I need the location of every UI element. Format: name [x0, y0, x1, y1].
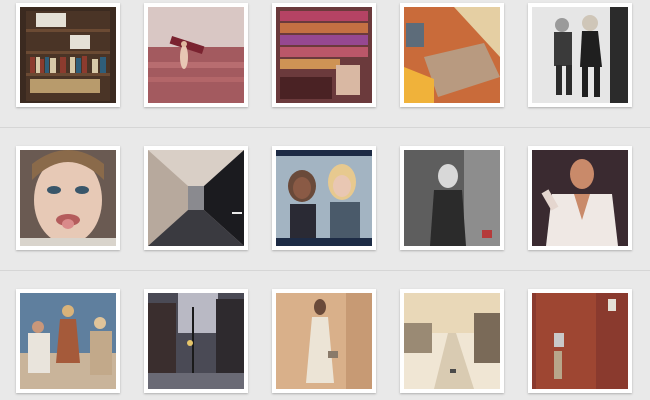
photo-tile-snowy-street[interactable] [400, 289, 504, 393]
photo-tile-fashion-group[interactable] [16, 289, 120, 393]
row-divider [0, 127, 650, 128]
photo-grid [0, 0, 650, 400]
two-women-photo [276, 150, 372, 246]
row-divider [0, 270, 650, 271]
photo-tile-room[interactable] [400, 3, 504, 107]
photo-tile-city-street[interactable] [144, 289, 248, 393]
candy-store-photo [276, 7, 372, 103]
red-door-photo [532, 293, 628, 389]
photo-tile-white-dress[interactable] [272, 289, 376, 393]
photo-tile-selfie[interactable] [16, 146, 120, 250]
photo-tile-two-women[interactable] [272, 146, 376, 250]
hallway-photo [148, 150, 244, 246]
room-interior-photo [404, 7, 500, 103]
city-street-dusk-photo [148, 293, 244, 389]
tongue-out-selfie-photo [20, 150, 116, 246]
photo-tile-couple[interactable] [528, 3, 632, 107]
woman-white-dress-photo [276, 293, 372, 389]
fashion-group-photo [20, 293, 116, 389]
woman-bw-portrait-photo [404, 150, 500, 246]
white-robe-photo [532, 150, 628, 246]
beach-surfboard-photo [148, 7, 244, 103]
photo-tile-beach[interactable] [144, 3, 248, 107]
photo-tile-red-door[interactable] [528, 289, 632, 393]
photo-tile-hallway[interactable] [144, 146, 248, 250]
couple-bw-photo [532, 7, 628, 103]
bookshelf-photo [20, 7, 116, 103]
photo-tile-bookshelf[interactable] [16, 3, 120, 107]
photo-tile-candy[interactable] [272, 3, 376, 107]
photo-tile-bw-portrait[interactable] [400, 146, 504, 250]
photo-tile-robe[interactable] [528, 146, 632, 250]
snowy-street-photo [404, 293, 500, 389]
